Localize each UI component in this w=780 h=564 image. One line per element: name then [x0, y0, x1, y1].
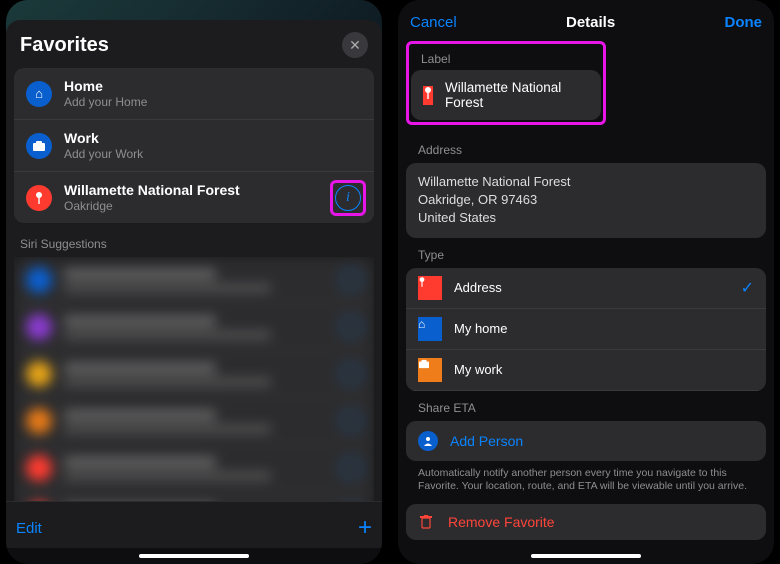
type-option-home[interactable]: ⌂ My home — [406, 309, 766, 350]
home-indicator — [139, 554, 249, 558]
address-line: Oakridge, OR 97463 — [418, 191, 754, 209]
favorite-title: Willamette National Forest — [64, 182, 362, 198]
share-eta-header: Share ETA — [406, 391, 766, 421]
address-line: Willamette National Forest — [418, 173, 754, 191]
checkmark-icon: ✓ — [741, 278, 754, 298]
info-button[interactable]: i — [335, 185, 361, 211]
label-value: Willamette National Forest — [445, 80, 589, 110]
list-item[interactable] — [14, 351, 374, 398]
list-item[interactable] — [14, 445, 374, 492]
details-screen: Cancel Details Done Label Willamette Nat… — [398, 0, 774, 564]
done-button[interactable]: Done — [725, 14, 763, 31]
favorite-row-work[interactable]: Work Add your Work — [14, 120, 374, 172]
highlight-annotation: Label Willamette National Forest — [406, 41, 606, 125]
type-option-work[interactable]: My work — [406, 350, 766, 391]
type-label: My home — [454, 321, 507, 336]
remove-favorite-button[interactable]: Remove Favorite — [406, 504, 766, 540]
add-button[interactable]: + — [358, 514, 372, 542]
pin-icon — [26, 185, 52, 211]
address-header: Address — [406, 133, 766, 163]
siri-suggestions-header: Siri Suggestions — [14, 223, 374, 257]
share-eta-description: Automatically notify another person ever… — [406, 461, 766, 504]
type-option-address[interactable]: Address ✓ — [406, 268, 766, 309]
close-button[interactable]: ✕ — [342, 32, 368, 58]
label-header: Label — [411, 46, 601, 70]
nav-bar: Cancel Details Done — [406, 4, 766, 41]
type-header: Type — [406, 238, 766, 268]
home-icon: ⌂ — [418, 317, 442, 341]
nav-title: Details — [566, 14, 615, 31]
briefcase-icon — [418, 358, 442, 382]
favorite-row-willamette[interactable]: Willamette National Forest Oakridge i — [14, 172, 374, 223]
type-label: My work — [454, 362, 502, 377]
address-line: United States — [418, 209, 754, 227]
pin-icon — [423, 86, 433, 105]
siri-suggestions-list — [14, 257, 374, 501]
remove-label: Remove Favorite — [448, 514, 555, 530]
favorites-title: Favorites — [20, 34, 109, 57]
toolbar: Edit + — [6, 501, 382, 548]
trash-icon — [418, 514, 434, 530]
list-item[interactable] — [14, 257, 374, 304]
favorite-row-home[interactable]: ⌂ Home Add your Home — [14, 68, 374, 120]
list-item[interactable] — [14, 492, 374, 501]
home-icon: ⌂ — [26, 81, 52, 107]
favorite-sub: Add your Home — [64, 95, 362, 109]
cancel-button[interactable]: Cancel — [410, 14, 457, 31]
favorites-sheet: Favorites ✕ ⌂ Home Add your Home Work Ad… — [6, 20, 382, 501]
type-label: Address — [454, 280, 502, 295]
address-card: Willamette National Forest Oakridge, OR … — [406, 163, 766, 238]
briefcase-icon — [26, 133, 52, 159]
favorites-list: ⌂ Home Add your Home Work Add your Work — [14, 68, 374, 223]
person-icon — [418, 431, 438, 451]
favorite-title: Home — [64, 78, 362, 94]
favorite-sub: Add your Work — [64, 147, 362, 161]
highlight-annotation: i — [330, 180, 366, 216]
favorites-screen: Favorites ✕ ⌂ Home Add your Home Work Ad… — [6, 0, 382, 564]
favorite-title: Work — [64, 130, 362, 146]
close-icon: ✕ — [349, 37, 361, 54]
add-person-label: Add Person — [450, 433, 523, 449]
favorite-sub: Oakridge — [64, 199, 362, 213]
list-item[interactable] — [14, 398, 374, 445]
list-item[interactable] — [14, 304, 374, 351]
home-indicator — [531, 554, 641, 558]
add-person-row[interactable]: Add Person — [406, 421, 766, 461]
edit-button[interactable]: Edit — [16, 520, 42, 537]
type-list: Address ✓ ⌂ My home My work My school — [406, 268, 766, 391]
label-field[interactable]: Willamette National Forest — [411, 70, 601, 120]
pin-icon — [418, 276, 442, 300]
